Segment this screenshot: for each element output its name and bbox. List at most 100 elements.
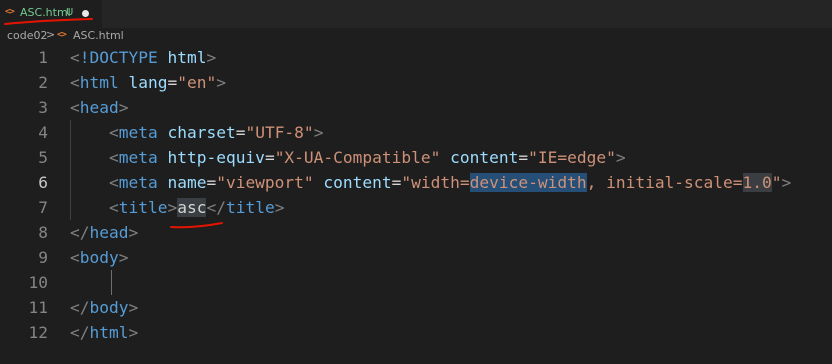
code-token: =: [264, 148, 275, 167]
code-line[interactable]: 8 </head>: [0, 220, 832, 245]
editor-tab-asc-html[interactable]: <> ASC.html U: [0, 0, 102, 28]
code-token: !DOCTYPE: [79, 48, 158, 67]
html-file-icon: <>: [5, 7, 15, 17]
code-text[interactable]: <meta charset="UTF-8">: [70, 120, 323, 145]
code-token: 1.0: [742, 173, 772, 192]
code-line[interactable]: 10: [0, 270, 832, 295]
code-token: "en": [177, 73, 217, 92]
code-line[interactable]: 7 <title>asc</title>: [0, 195, 832, 220]
code-line[interactable]: 6 <meta name="viewport" content="width=d…: [0, 170, 832, 195]
line-number: 1: [38, 48, 48, 67]
code-token: =: [391, 173, 402, 192]
code-token: >: [313, 123, 324, 142]
code-token: >: [206, 48, 217, 67]
code-token: >: [128, 323, 139, 342]
code-token: html: [79, 73, 119, 92]
code-text[interactable]: <body>: [70, 245, 128, 270]
code-token: >: [216, 73, 226, 92]
code-token: "X-UA-Compatible": [274, 148, 441, 167]
code-token: ": [771, 173, 782, 192]
code-token: lang: [128, 73, 168, 92]
breadcrumb-folder[interactable]: code02: [7, 29, 48, 42]
code-token: </: [206, 198, 226, 217]
code-token: <: [70, 248, 80, 267]
code-token: html: [89, 323, 129, 342]
code-text[interactable]: <head>: [70, 95, 128, 120]
code-text[interactable]: <!DOCTYPE html>: [70, 45, 216, 70]
code-text[interactable]: <meta name="viewport" content="width=dev…: [70, 170, 791, 195]
code-token: meta: [118, 123, 158, 142]
code-token: content: [450, 148, 519, 167]
line-number: 7: [38, 198, 48, 217]
code-line[interactable]: 3 <head>: [0, 95, 832, 120]
code-token: http-equiv: [167, 148, 265, 167]
line-number: 6: [38, 173, 48, 192]
code-token: </: [70, 223, 90, 242]
code-line[interactable]: 11 </body>: [0, 295, 832, 320]
line-number: 10: [28, 273, 49, 292]
unsaved-dot-icon[interactable]: [82, 10, 89, 17]
code-token: =: [235, 123, 246, 142]
line-number: 2: [38, 73, 48, 92]
code-line[interactable]: 4 <meta charset="UTF-8">: [0, 120, 832, 145]
code-token: >: [781, 173, 792, 192]
code-text[interactable]: <meta http-equiv="X-UA-Compatible" conte…: [70, 145, 626, 170]
code-token: , initial-scale=: [586, 173, 743, 192]
code-token: <: [70, 73, 80, 92]
code-token: =: [518, 148, 529, 167]
code-token: >: [167, 198, 178, 217]
git-untracked-badge: U: [66, 7, 74, 18]
code-token: name: [167, 173, 207, 192]
code-text[interactable]: </html>: [70, 320, 138, 345]
line-number: 8: [38, 223, 48, 242]
code-token: "UTF-8": [245, 123, 314, 142]
html-file-icon: <>: [57, 30, 67, 40]
code-token: <: [70, 48, 80, 67]
code-token: html: [167, 48, 207, 67]
line-number: 12: [28, 323, 49, 342]
code-token: <: [108, 148, 119, 167]
code-token: meta: [118, 148, 158, 167]
code-text[interactable]: </head>: [70, 220, 138, 245]
code-line[interactable]: 5 <meta http-equiv="X-UA-Compatible" con…: [0, 145, 832, 170]
code-token: "viewport": [216, 173, 314, 192]
code-token: >: [274, 198, 285, 217]
line-number: 3: [38, 98, 48, 117]
breadcrumb-file[interactable]: ASC.html: [73, 29, 124, 42]
code-token: title: [118, 198, 168, 217]
code-line[interactable]: 1 <!DOCTYPE html>: [0, 45, 832, 70]
code-line[interactable]: 9 <body>: [0, 245, 832, 270]
code-token: body: [79, 248, 119, 267]
code-token: =: [167, 73, 178, 92]
code-token: asc: [177, 198, 207, 217]
tab-bar: <> ASC.html U: [0, 0, 832, 28]
code-text[interactable]: <title>asc</title>: [70, 195, 284, 220]
code-token: </: [70, 323, 90, 342]
code-token: "IE=edge": [528, 148, 616, 167]
code-token: <: [108, 123, 119, 142]
code-line[interactable]: 2 <html lang="en">: [0, 70, 832, 95]
code-line[interactable]: 12 </html>: [0, 320, 832, 345]
code-token: <: [108, 198, 119, 217]
tab-filename: ASC.html: [20, 6, 71, 19]
line-number: 9: [38, 248, 48, 267]
code-text[interactable]: </body>: [70, 295, 138, 320]
code-token: charset: [167, 123, 236, 142]
code-token: >: [118, 98, 129, 117]
code-text[interactable]: <html lang="en">: [70, 70, 226, 95]
code-token: content: [323, 173, 392, 192]
code-token: body: [89, 298, 129, 317]
code-token: head: [79, 98, 119, 117]
code-token: device-width: [469, 173, 587, 192]
code-editor[interactable]: 1 <!DOCTYPE html> 2 <html lang="en"> 3 <head>…: [0, 45, 832, 364]
